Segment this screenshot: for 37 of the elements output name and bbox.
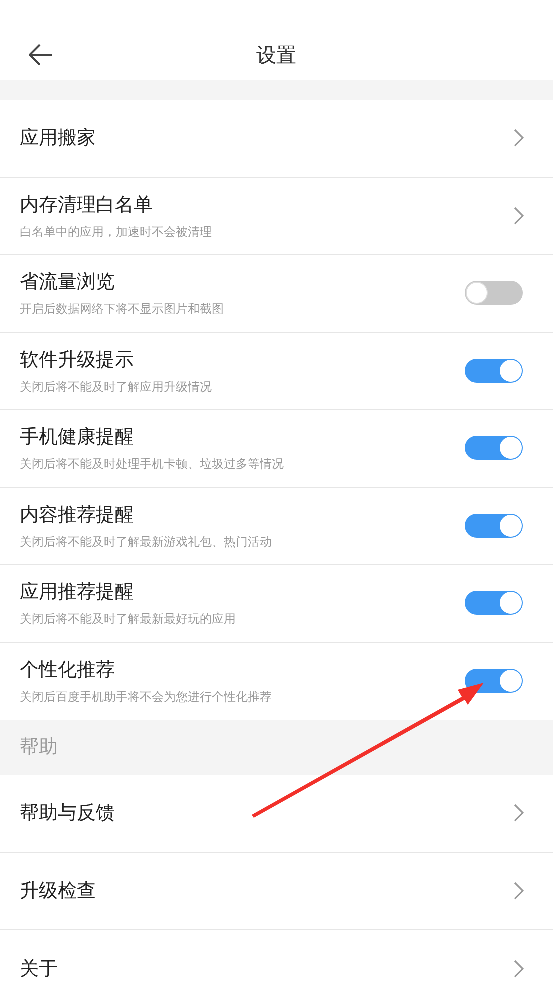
setting-description: 关闭后将不能及时处理手机卡顿、垃圾过多等情况 — [20, 456, 285, 472]
settings-row[interactable]: 内容推荐提醒 关闭后将不能及时了解最新游戏礼包、热门活动 — [0, 488, 553, 565]
chevron-right-icon — [514, 804, 524, 822]
page-title: 设置 — [256, 42, 296, 68]
chevron-right-icon — [514, 960, 524, 978]
settings-row[interactable]: 软件升级提示 关闭后将不能及时了解应用升级情况 — [0, 332, 553, 410]
toggle-switch[interactable] — [465, 436, 523, 460]
setting-label: 帮助与反馈 — [20, 801, 116, 826]
setting-label: 应用推荐提醒 — [20, 580, 135, 606]
setting-label: 升级检查 — [20, 878, 97, 904]
setting-description: 关闭后百度手机助手将不会为您进行个性化推荐 — [20, 689, 273, 706]
chevron-right-icon — [514, 882, 524, 900]
settings-row[interactable]: 内存清理白名单 白名单中的应用，加速时不会被清理 — [0, 178, 553, 255]
toggle-switch[interactable] — [465, 591, 523, 616]
back-icon — [29, 44, 53, 66]
setting-description: 关闭后将不能及时了解最新游戏礼包、热门活动 — [20, 534, 273, 550]
setting-label: 内容推荐提醒 — [20, 502, 135, 528]
toggle-switch[interactable] — [465, 514, 523, 538]
setting-label: 手机健康提醒 — [20, 425, 135, 450]
settings-row[interactable]: 升级检查 — [0, 852, 553, 930]
setting-description: 关闭后将不能及时了解最新最好玩的应用 — [20, 611, 237, 628]
setting-description: 开启后数据网络下将不显示图片和截图 — [20, 301, 225, 318]
toggle-switch[interactable] — [465, 669, 523, 694]
chevron-right-icon — [514, 129, 524, 148]
setting-label: 软件升级提示 — [20, 348, 135, 373]
chevron-right-icon — [514, 206, 524, 225]
setting-label: 省流量浏览 — [20, 270, 116, 296]
setting-label: 个性化推荐 — [20, 658, 116, 684]
setting-label: 应用搬家 — [20, 126, 97, 152]
toggle-switch[interactable] — [465, 358, 523, 383]
section-header: 帮助 — [20, 735, 58, 760]
setting-description: 关闭后将不能及时了解应用升级情况 — [20, 378, 213, 395]
back-button[interactable] — [28, 42, 54, 68]
setting-description: 白名单中的应用，加速时不会被清理 — [20, 224, 213, 240]
toggle-switch[interactable] — [465, 281, 523, 306]
setting-label: 内存清理白名单 — [20, 192, 154, 218]
setting-label: 关于 — [20, 956, 59, 982]
